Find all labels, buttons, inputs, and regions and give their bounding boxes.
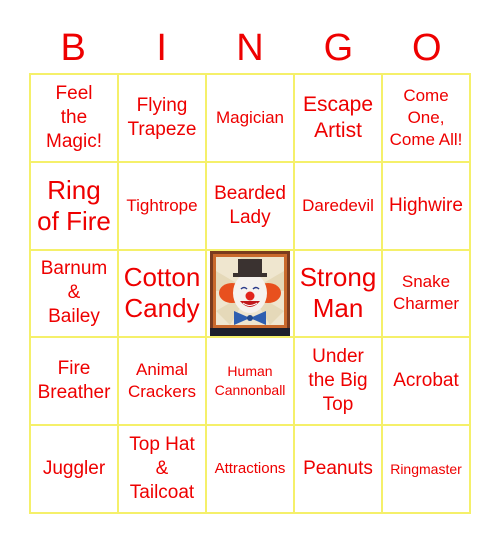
cell-text: Man: [312, 293, 364, 324]
cell-text: Candy: [124, 293, 200, 324]
bingo-cell[interactable]: Strong Man: [295, 250, 383, 339]
bingo-cell[interactable]: Human Cannonball: [207, 338, 295, 427]
bingo-cell[interactable]: Acrobat: [383, 338, 471, 427]
bingo-cell[interactable]: Come One, Come All!: [383, 75, 471, 163]
cell-text: Juggler: [42, 458, 106, 480]
cell-text: Acrobat: [393, 370, 459, 392]
bingo-cell[interactable]: Peanuts: [295, 426, 383, 514]
bingo-header: B I N G O: [29, 26, 471, 70]
header-letter-b: B: [60, 27, 86, 69]
cell-text: Ringmaster: [390, 460, 462, 477]
cell-text: Barnum: [40, 258, 108, 280]
cell-text: Under: [312, 346, 364, 368]
cell-text: Top Hat: [129, 434, 195, 456]
cell-text: Crackers: [127, 382, 196, 402]
free-space-cell[interactable]: [207, 250, 295, 339]
header-letter-i: I: [156, 27, 167, 69]
cell-text: Magician: [215, 107, 285, 127]
cell-text: Escape: [302, 92, 374, 116]
bingo-grid: Feel the Magic! Flying Trapeze Magician Esc…: [29, 73, 471, 514]
clown-icon: [210, 250, 290, 337]
cell-text: Come: [403, 85, 449, 105]
cell-text: &: [67, 282, 81, 304]
cell-text: Tightrope: [126, 195, 198, 215]
cell-text: the: [60, 106, 88, 128]
bingo-cell[interactable]: Juggler: [31, 426, 119, 514]
bingo-cell[interactable]: Top Hat & Tailcoat: [119, 426, 207, 514]
bingo-cell[interactable]: Fire Breather: [31, 338, 119, 427]
cell-text: Tailcoat: [129, 482, 195, 504]
cell-text: Artist: [314, 118, 362, 142]
cell-text: &: [155, 458, 169, 480]
cell-text: Bearded: [214, 182, 286, 204]
cell-text: Magic!: [46, 130, 102, 152]
cell-text: Breather: [37, 382, 111, 404]
cell-text: Come All!: [389, 129, 463, 149]
cell-text: Bailey: [48, 306, 100, 328]
cell-text: Lady: [229, 206, 271, 228]
cell-text: the Big: [308, 370, 368, 392]
bingo-cell[interactable]: Ring of Fire: [31, 162, 119, 251]
cell-text: Strong: [299, 262, 377, 293]
bingo-cell[interactable]: Ringmaster: [383, 426, 471, 514]
bingo-cell[interactable]: Bearded Lady: [207, 162, 295, 251]
bingo-cell[interactable]: Barnum & Bailey: [31, 250, 119, 339]
bingo-cell[interactable]: Animal Crackers: [119, 338, 207, 427]
bingo-cell[interactable]: Feel the Magic!: [31, 75, 119, 163]
bingo-cell[interactable]: Snake Charmer: [383, 250, 471, 339]
bingo-cell[interactable]: Cotton Candy: [119, 250, 207, 339]
bingo-cell[interactable]: Attractions: [207, 426, 295, 514]
cell-text: One,: [407, 107, 445, 127]
cell-text: Cotton: [123, 262, 201, 293]
header-letter-o: O: [412, 27, 442, 69]
bingo-cell[interactable]: Tightrope: [119, 162, 207, 251]
bingo-cell[interactable]: Highwire: [383, 162, 471, 251]
cell-text: Attractions: [214, 460, 286, 478]
cell-text: Highwire: [389, 194, 463, 216]
cell-text: Human: [227, 363, 273, 380]
cell-text: Cannonball: [214, 382, 286, 399]
header-letter-g: G: [323, 27, 354, 69]
cell-text: Trapeze: [127, 118, 197, 140]
cell-text: Peanuts: [303, 458, 373, 480]
bingo-cell[interactable]: Daredevil: [295, 162, 383, 251]
cell-text: Ring: [47, 174, 101, 205]
cell-text: of Fire: [37, 205, 111, 236]
bingo-cell[interactable]: Escape Artist: [295, 75, 383, 163]
cell-text: Feel: [55, 82, 93, 104]
header-letter-n: N: [236, 27, 264, 69]
cell-text: Flying: [136, 94, 188, 116]
bingo-cell[interactable]: Flying Trapeze: [119, 75, 207, 163]
cell-text: Charmer: [392, 294, 460, 314]
cell-text: Fire: [57, 358, 91, 380]
cell-text: Daredevil: [302, 195, 374, 215]
cell-text: Animal: [136, 360, 188, 380]
bingo-cell[interactable]: Under the Big Top: [295, 338, 383, 427]
cell-text: Top: [322, 394, 354, 416]
cell-text: Snake: [401, 272, 451, 292]
bingo-cell[interactable]: Magician: [207, 75, 295, 163]
